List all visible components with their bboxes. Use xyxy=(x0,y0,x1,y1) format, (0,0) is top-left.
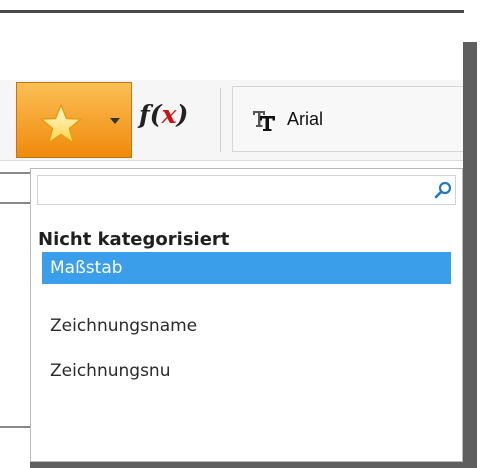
list-item[interactable]: Zeichnungsnu xyxy=(42,355,451,387)
top-divider xyxy=(0,10,464,13)
search-field[interactable] xyxy=(37,175,456,205)
window-shadow-bottom xyxy=(30,462,477,468)
font-tt-icon xyxy=(253,111,275,131)
formula-close-label: ) xyxy=(176,100,189,129)
left-ruler-mark xyxy=(0,202,30,204)
formula-button[interactable]: f(x) xyxy=(139,100,214,140)
category-heading: Nicht kategorisiert xyxy=(38,229,230,250)
list-item[interactable]: Zeichnungsname xyxy=(42,310,451,342)
formula-f-label: f( xyxy=(139,100,162,129)
list-item[interactable]: Maßstab xyxy=(42,252,451,284)
chevron-down-icon xyxy=(110,118,120,124)
field-dropdown-panel: Nicht kategorisiert Maßstab Zeichnungsna… xyxy=(30,168,463,462)
left-ruler-mark xyxy=(0,426,30,428)
left-ruler-mark xyxy=(0,172,30,174)
window-shadow-right xyxy=(463,42,477,468)
search-input[interactable] xyxy=(42,178,416,204)
star-icon xyxy=(40,104,82,144)
font-name-value: Arial xyxy=(287,109,324,129)
font-selector[interactable]: Arial xyxy=(232,86,463,152)
formula-x-label: x xyxy=(161,100,177,129)
toolbar-separator xyxy=(220,88,221,152)
search-icon[interactable] xyxy=(434,181,452,199)
favorites-button[interactable] xyxy=(16,82,132,158)
